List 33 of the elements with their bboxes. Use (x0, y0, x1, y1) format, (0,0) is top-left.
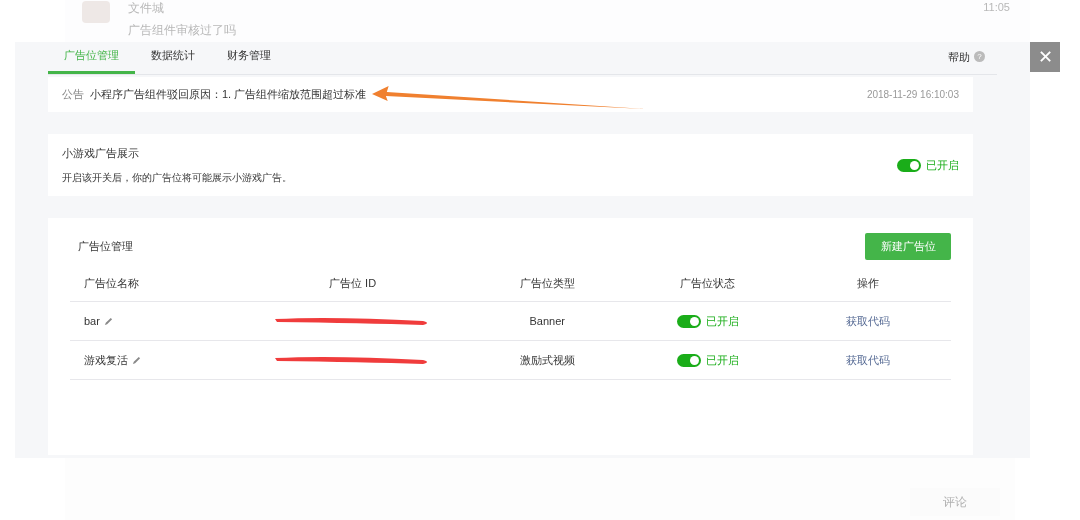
card-title: 小游戏广告展示 (62, 146, 140, 162)
table-cell-text: Banner (528, 313, 566, 329)
column-header: 广告位 ID (328, 275, 378, 291)
table-cell-text: 激励式视频 (518, 352, 576, 368)
card-description: 开启该开关后，你的广告位将可能展示小游戏广告。 (62, 170, 292, 185)
post-message: 广告组件审核过了吗 (128, 23, 236, 37)
column-header: 广告位名称 (83, 275, 140, 291)
post-time: 11:05 (983, 1, 1010, 15)
notice-text[interactable]: 小程序广告组件驳回原因：1. 广告组件缩放范围超过标准 (90, 86, 367, 103)
help-link[interactable]: 帮助 (948, 48, 970, 65)
notice-time: 2018-11-29 16:10:03 (866, 88, 959, 102)
toggle-switch[interactable] (897, 158, 921, 172)
column-header: 广告位类型 (518, 275, 576, 291)
close-button[interactable]: ✕ (1030, 42, 1060, 72)
edit-icon[interactable] (132, 355, 141, 365)
tab[interactable]: 财务管理 (211, 41, 287, 74)
notice-tag: 公告 (62, 86, 84, 103)
toggle-switch[interactable] (676, 314, 701, 328)
card-title: 广告位管理 (78, 238, 133, 254)
avatar (82, 1, 110, 23)
get-code-link[interactable]: 获取代码 (846, 314, 891, 327)
status-label: 已开启 (705, 313, 739, 329)
table-cell-text: 游戏复活 (84, 352, 128, 368)
column-header: 广告位状态 (679, 275, 737, 291)
column-header: 操作 (856, 275, 881, 291)
table-cell-text: bar (84, 313, 100, 329)
status-label: 已开启 (705, 352, 739, 368)
author-name: 文件城 (128, 1, 165, 15)
edit-icon[interactable] (103, 316, 113, 326)
tab[interactable]: 数据统计 (135, 41, 211, 74)
status-label: 已开启 (926, 157, 959, 173)
get-code-link[interactable]: 获取代码 (846, 353, 891, 366)
toggle-switch[interactable] (676, 353, 701, 367)
